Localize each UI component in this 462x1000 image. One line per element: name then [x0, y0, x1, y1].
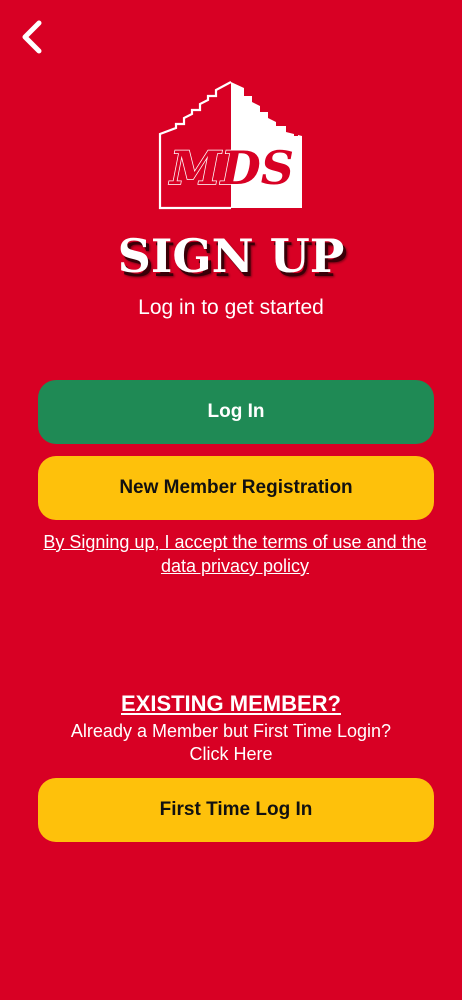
castle-logo-icon: MDS: [158, 81, 302, 210]
logo-text: MDS: [168, 141, 294, 195]
chevron-left-icon: [22, 20, 42, 54]
mds-logo: MDS: [156, 80, 306, 212]
signup-screen: MDS SIGN UP Log in to get started Log In…: [0, 0, 462, 1000]
first-time-login-button[interactable]: First Time Log In: [38, 778, 434, 842]
back-button[interactable]: [12, 14, 52, 60]
existing-member-text: Already a Member but First Time Login? C…: [20, 720, 442, 766]
page-title: SIGN UP: [117, 229, 345, 283]
existing-member-heading: EXISTING MEMBER?: [120, 691, 341, 716]
terms-link[interactable]: By Signing up, I accept the terms of use…: [40, 530, 430, 578]
click-here-link[interactable]: Click Here: [189, 743, 272, 766]
new-member-registration-button[interactable]: New Member Registration: [38, 456, 434, 520]
first-time-login-question: Already a Member but First Time Login?: [70, 721, 392, 741]
login-button[interactable]: Log In: [38, 380, 434, 444]
page-subtitle: Log in to get started: [138, 296, 324, 319]
